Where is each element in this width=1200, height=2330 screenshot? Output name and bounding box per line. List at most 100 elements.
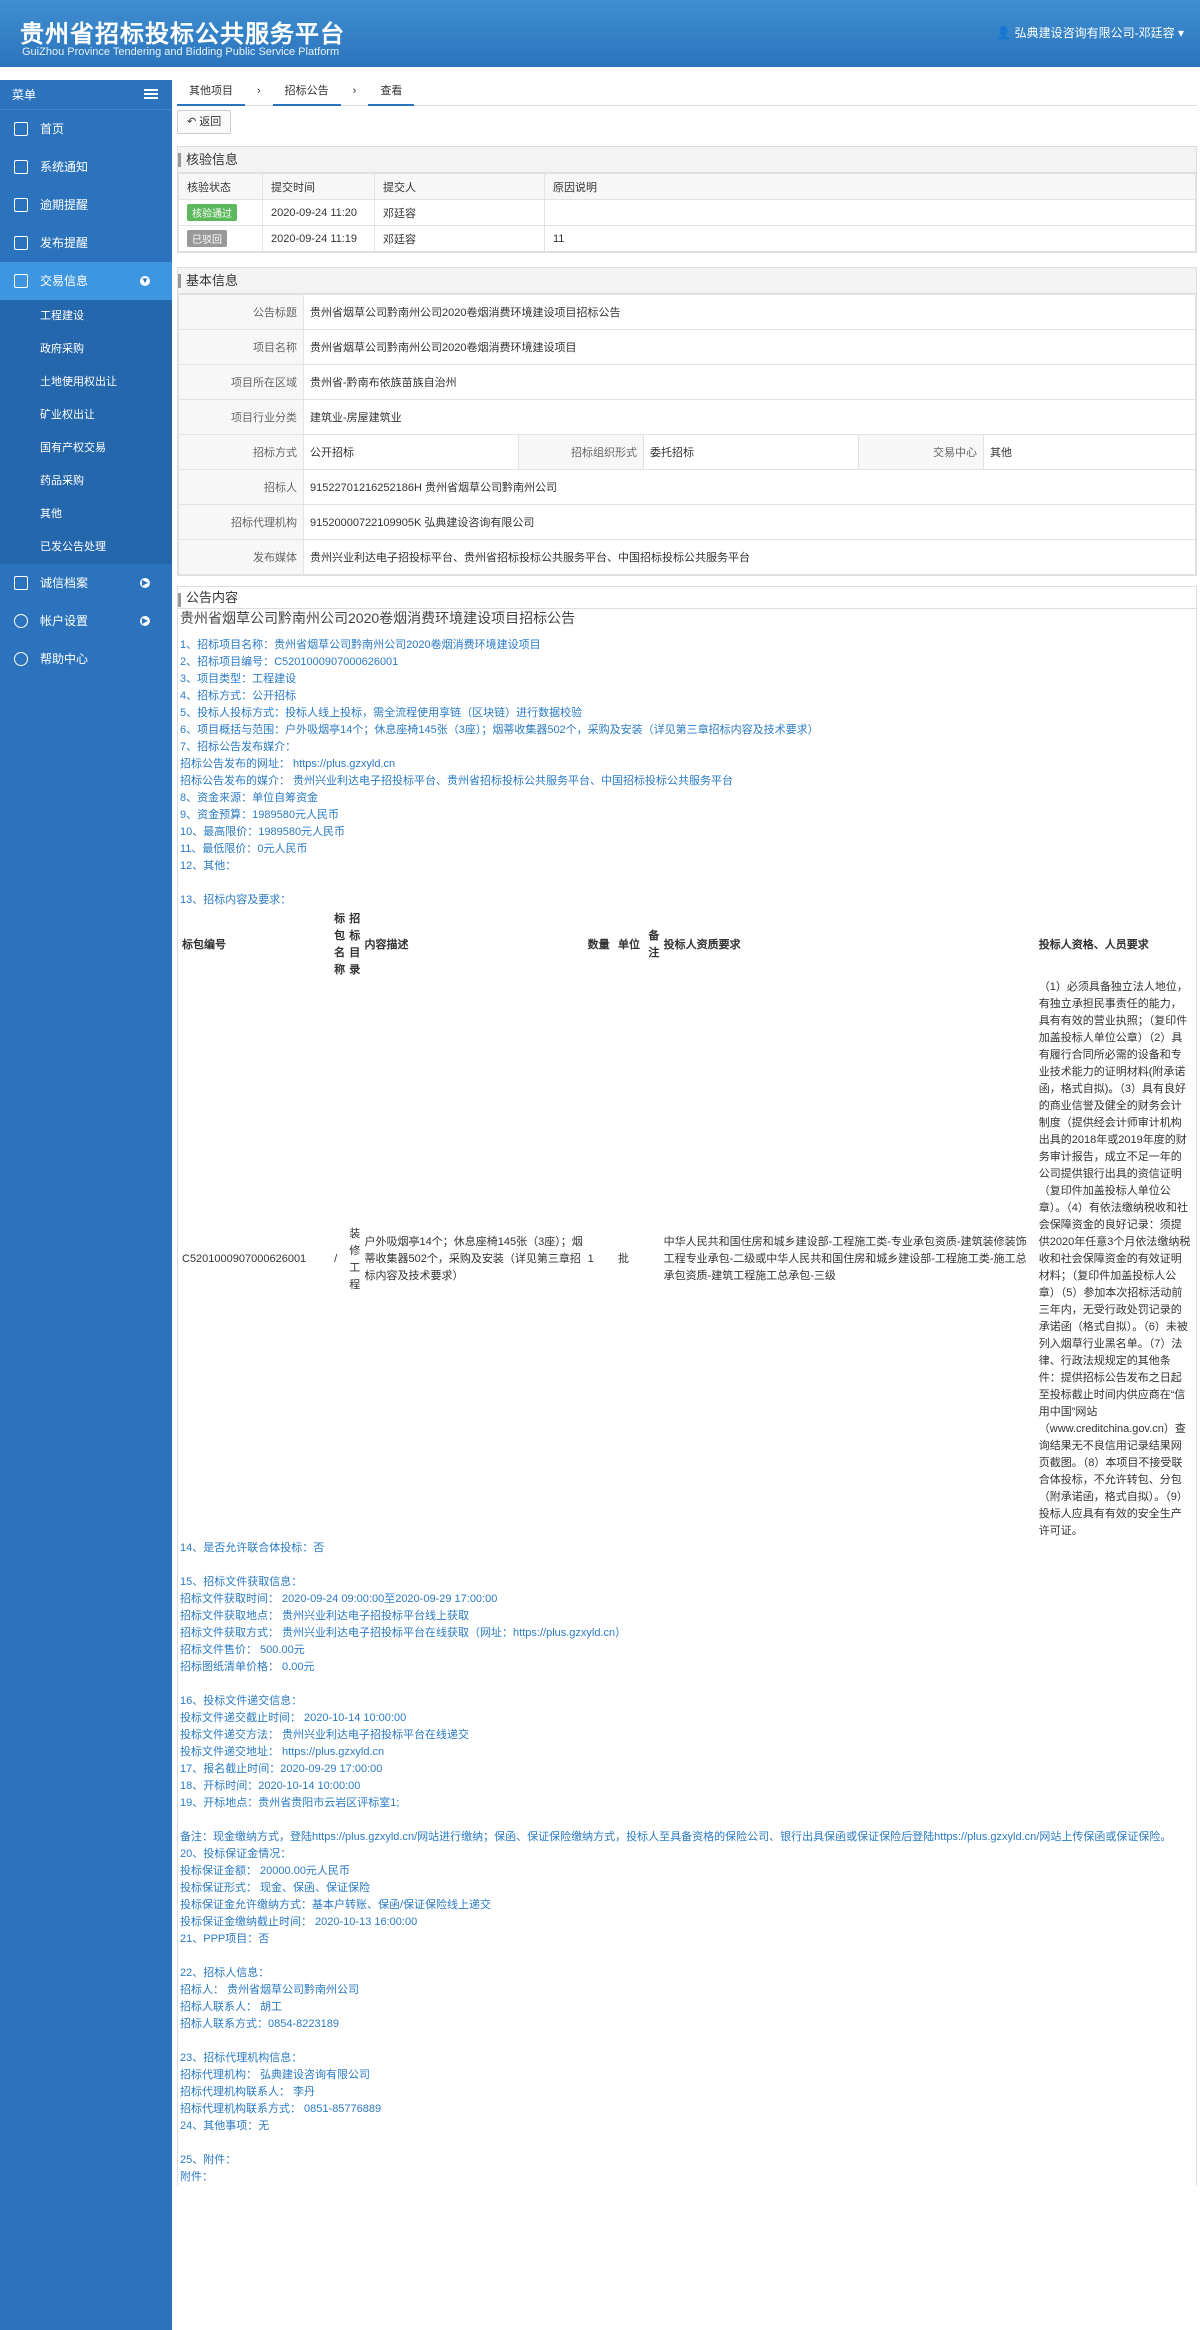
notice-section-title: 公告内容 [178,587,1196,609]
pkg-col-desc: 内容描述 [364,938,409,951]
monitor-icon [14,160,28,174]
notice-line: 招标代理机构联系方式： 0851-85776889 [180,2103,382,2115]
sub-item-engineering[interactable]: 工程建设 [0,300,172,333]
pkg-qty: 1 [587,1253,594,1265]
chevron-right-icon: ▶ [140,616,150,626]
notice-line: 招标文件售价： 500.00元 [180,1644,305,1656]
col-time: 提交时间 [262,173,375,200]
menu-label: 菜单 [12,88,37,102]
sub-item-state-property[interactable]: 国有产权交易 [0,432,172,465]
nav-publish[interactable]: 发布提醒 [0,224,172,262]
table-header-row: 核验状态 提交时间 提交人 原因说明 [178,173,1196,200]
notice-line: 招标文件获取地点： 贵州兴业利达电子招投标平台线上获取 [180,1610,470,1622]
field-value: 建筑业-房屋建筑业 [303,399,1196,435]
pkg-col-catalog: 招标目录 [349,913,361,976]
field-value: 贵州兴业利达电子招投标平台、贵州省招标投标公共服务平台、中国招标投标公共服务平台 [303,539,1196,575]
notice-line: 投标文件递交地址： https://plus.gzxyld.cn [180,1746,385,1758]
notice-line [180,2135,1194,2152]
reason-cell [544,199,1196,226]
basic-row: 项目名称 贵州省烟草公司黔南州公司2020卷烟消费环境建设项目 [178,329,1196,365]
sidebar: 菜单 首页 系统通知 逾期提醒 发布提醒 交易信息 ▼ 工程建设 政府采购 土地使… [0,80,172,2330]
package-row: C5201000907000626001 / 装修工程 户外吸烟亭14个；休息座… [180,979,1194,1540]
notice-line: 投标保证金额： 20000.00元人民币 [180,1865,350,1877]
nav-credit-label: 诚信档案 [40,576,89,590]
sub-item-drug[interactable]: 药品采购 [0,465,172,498]
sub-item-published[interactable]: 已发公告处理 [0,531,172,564]
verify-table: 核验状态 提交时间 提交人 原因说明 核验通过 2020-09-24 11:20… [178,173,1196,252]
pkg-qual: 中华人民共和国住房和城乡建设部-工程施工类-专业承包资质-建筑装修装饰工程专业承… [663,1236,1027,1282]
platform-subtitle: GuiZhou Province Tendering and Bidding P… [22,46,340,58]
nav-overdue[interactable]: 逾期提醒 [0,186,172,224]
notice-line [180,1557,1194,1574]
notice-line: 招标图纸清单价格： 0.00元 [180,1661,315,1673]
pkg-remark [646,979,661,1540]
notice-line: 25、附件： [180,2154,237,2166]
sub-item-mining[interactable]: 矿业权出让 [0,399,172,432]
field-value: 贵州省烟草公司黔南州公司2020卷烟消费环境建设项目招标公告 [303,294,1196,330]
notice-line: 投标保证金允许缴纳方式：基本户转账、保函/保证保险线上递交 [180,1899,492,1911]
nav-credit[interactable]: 诚信档案 ▶ [0,564,172,602]
basic-title: 基本信息 [178,268,1196,294]
notice-lines-top: 1、招标项目名称：贵州省烟草公司黔南州公司2020卷烟消费环境建设项目 2、招标项… [180,637,1194,909]
sub-item-other[interactable]: 其他 [0,498,172,531]
verify-panel: 核验信息 核验状态 提交时间 提交人 原因说明 核验通过 2020-09-24 … [177,146,1197,253]
user-menu[interactable]: 👤 弘典建设咨询有限公司-邓廷容 ▾ [996,24,1184,41]
field-label: 招标组织形式 [518,434,644,470]
user-icon [14,614,28,628]
notice-line: 2、招标项目编号：C5201000907000626001 [180,656,399,668]
verify-title: 核验信息 [178,147,1196,173]
notice-line: 附件： [180,2171,213,2183]
notice-line: 9、资金预算：1989580元人民币 [180,809,339,821]
notice-line: 10、最高限价：1989580元人民币 [180,826,346,838]
notice-line: 22、招标人信息： [180,1967,270,1979]
basic-row: 公告标题 贵州省烟草公司黔南州公司2020卷烟消费环境建设项目招标公告 [178,294,1196,330]
notice-panel: 公告内容 贵州省烟草公司黔南州公司2020卷烟消费环境建设项目招标公告 1、招标… [177,586,1197,2186]
field-label: 交易中心 [858,434,984,470]
chevron-right-icon: ▶ [140,578,150,588]
nav-help[interactable]: 帮助中心 [0,640,172,678]
platform-title: 贵州省招标投标公共服务平台 [20,21,345,48]
field-label: 招标方式 [178,434,304,470]
col-reason: 原因说明 [544,173,1196,200]
notice-line: 招标人联系方式：0854-8223189 [180,2018,339,2030]
table-row: 核验通过 2020-09-24 11:20 邓廷容 [178,199,1196,226]
nav-notice[interactable]: 系统通知 [0,148,172,186]
reason-cell: 11 [544,225,1196,252]
breadcrumb-other-projects[interactable]: 其他项目 [177,80,245,106]
pkg-desc: 户外吸烟亭14个；休息座椅145张（3座）；烟蒂收集器502个，采购及安装（详见… [364,1236,583,1282]
back-button[interactable]: ↶ 返回 [177,110,232,134]
user-name: 弘典建设咨询有限公司-邓廷容 ▾ [1014,26,1184,40]
menu-header: 菜单 [0,80,172,110]
notice-title: 贵州省烟草公司黔南州公司2020卷烟消费环境建设项目招标公告 [180,610,576,626]
field-label: 招标人 [178,469,304,505]
breadcrumb-notice[interactable]: 招标公告 [272,80,341,106]
basic-row: 项目行业分类 建筑业-房屋建筑业 [178,399,1196,435]
field-value: 委托招标 [643,434,859,470]
sub-item-land[interactable]: 土地使用权出让 [0,366,172,399]
sub-item-gov-purchase[interactable]: 政府采购 [0,333,172,366]
col-status: 核验状态 [178,173,263,200]
nav-home[interactable]: 首页 [0,110,172,148]
basic-row: 招标代理机构 91520000722109905K 弘典建设咨询有限公司 [178,504,1196,540]
menu-toggle-icon[interactable] [144,89,158,99]
nav-trade[interactable]: 交易信息 ▼ [0,262,172,300]
person-cell: 邓廷容 [374,225,545,252]
notice-line [180,1948,1194,1965]
breadcrumb-separator: › [352,85,357,97]
notice-line: 13、招标内容及要求： [180,894,292,906]
basic-row: 招标人 91522701216252186H 贵州省烟草公司黔南州公司 [178,469,1196,505]
notice-line: 招标公告发布的网址： https://plus.gzxyld.cn [180,758,396,770]
field-label: 发布媒体 [178,539,304,575]
nav-trade-label: 交易信息 [40,274,89,288]
nav-account[interactable]: 帐户设置 ▶ [0,602,172,640]
notice-line: 7、招标公告发布媒介： [180,741,297,753]
notice-lines-bottom: 14、是否允许联合体投标：否 15、招标文件获取信息： 招标文件获取时间： 2020… [180,1540,1194,2186]
notice-line: 16、投标文件递交信息： [180,1695,303,1707]
notice-line: 3、项目类型：工程建设 [180,673,297,685]
notice-line: 18、开标时间：2020-10-14 10:00:00 [180,1780,361,1792]
pkg-col-staff: 投标人资格、人员要求 [1038,938,1149,951]
pkg-col-code: 标包编号 [182,938,226,951]
notice-line: 20、投标保证金情况： [180,1848,292,1860]
notice-line: 招标人联系人： 胡工 [180,2001,283,2013]
package-header-row: 标包编号 标包名称 招标目录 内容描述 数量 单位 备注 投标人资质要求 投标人… [180,911,1194,979]
